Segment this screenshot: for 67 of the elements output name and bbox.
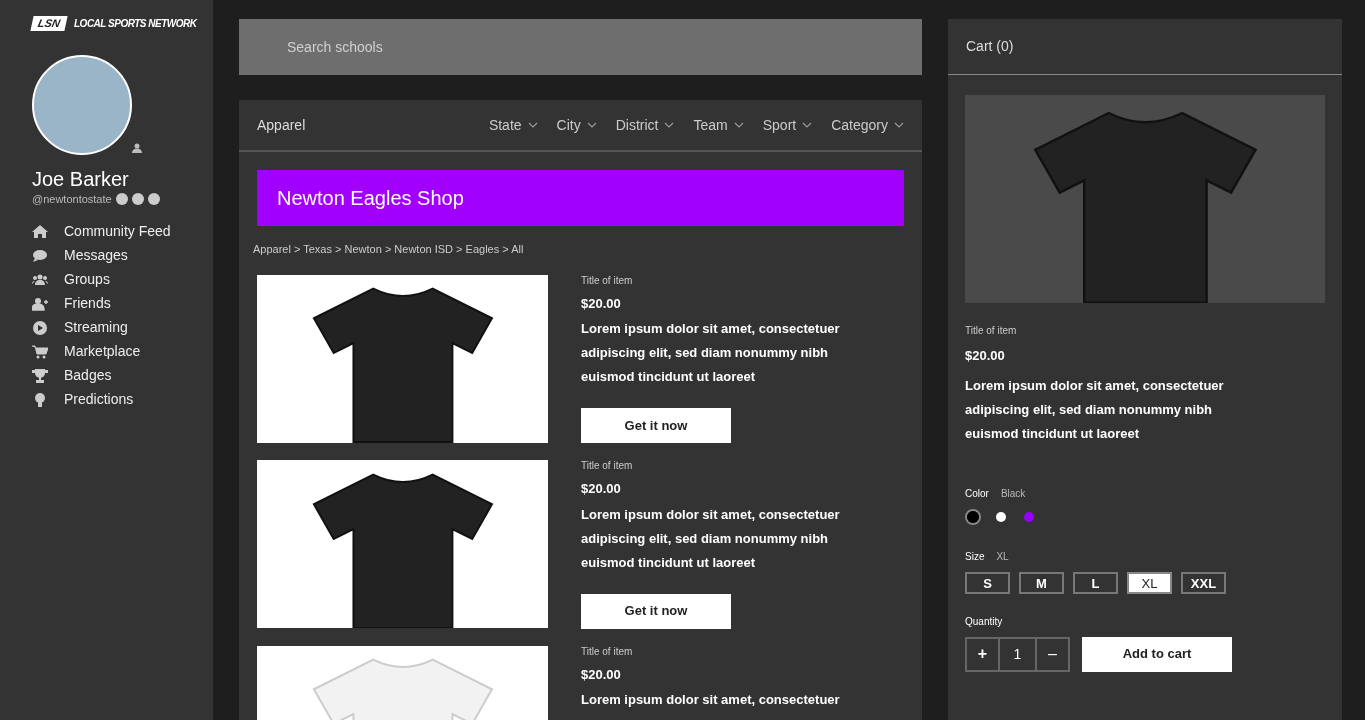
- color-value: Black: [1000, 486, 1026, 501]
- filter-dropdown[interactable]: City: [556, 114, 597, 136]
- size-option[interactable]: XXL: [1181, 571, 1226, 594]
- chevron-down-icon: [894, 122, 904, 128]
- size-option[interactable]: XL: [1127, 571, 1172, 594]
- nav-item[interactable]: Streaming: [32, 315, 213, 340]
- item-title: Title of item: [581, 459, 634, 473]
- home-icon: [32, 224, 48, 239]
- nav-item[interactable]: Messages: [32, 243, 213, 268]
- nav-item[interactable]: Groups: [32, 267, 213, 292]
- get-it-now-button[interactable]: Get it now: [581, 408, 731, 443]
- speech-bubble-icon: [32, 248, 48, 263]
- add-to-cart-button[interactable]: Add to cart: [1082, 636, 1232, 672]
- item-description: Lorem ipsum dolor sit amet, consectetuer: [581, 691, 841, 709]
- trophy-icon: [32, 368, 48, 383]
- lightbulb-icon: [32, 392, 48, 407]
- chevron-down-icon: [586, 122, 597, 128]
- cart-title: Cart (0): [966, 37, 1014, 56]
- nav-item[interactable]: Community Feed: [32, 219, 213, 244]
- chevron-down-icon: [527, 122, 538, 128]
- color-label: Color: [965, 486, 989, 501]
- play-icon: [32, 320, 48, 335]
- chevron-down-icon: [664, 122, 675, 128]
- increase-button[interactable]: +: [965, 636, 1000, 672]
- size-option[interactable]: M: [1019, 571, 1064, 594]
- nav-item[interactable]: Predictions: [32, 387, 213, 412]
- search-field[interactable]: Search schools: [239, 19, 922, 75]
- item-price: $20.00: [581, 480, 622, 498]
- item-description: Lorem ipsum dolor sit amet, consectetuer adipiscing elit, sed diam nonummy nibh euismod tincidunt ut laoreet: [965, 376, 1225, 443]
- item-title: Title of item: [581, 273, 634, 288]
- user-icon: [132, 143, 144, 153]
- nav-item[interactable]: Badges: [32, 363, 213, 388]
- item-title: Title of item: [965, 324, 1018, 338]
- filter-dropdown[interactable]: Category: [831, 114, 904, 136]
- size-option[interactable]: S: [965, 571, 1010, 594]
- decrease-button[interactable]: –: [1035, 636, 1070, 672]
- user-handle: @newtontostate: [32, 192, 112, 207]
- quantity-label: Quantity: [965, 614, 1004, 629]
- item-price: $20.00: [581, 665, 622, 684]
- person-plus-icon: [32, 296, 48, 311]
- size-value: XL: [996, 549, 1009, 564]
- item-title: Title of item: [581, 644, 634, 659]
- chevron-down-icon: [802, 122, 813, 128]
- item-description: Lorem ipsum dolor sit amet, consectetuer adipiscing elit, sed diam nonummy nibh euismod tincidunt ut laoreet: [581, 320, 841, 386]
- filter-dropdown[interactable]: District: [615, 114, 675, 136]
- nav-item[interactable]: Friends: [32, 291, 213, 316]
- filter-dropdown[interactable]: State: [488, 114, 538, 136]
- cart-icon: [32, 344, 48, 359]
- filter-dropdown[interactable]: Sport: [762, 114, 813, 136]
- status-dots-icon: [115, 193, 160, 206]
- chevron-down-icon: [733, 122, 744, 128]
- user-name: Joe Barker: [32, 167, 130, 191]
- item-description: Lorem ipsum dolor sit amet, consectetuer adipiscing elit, sed diam nonummy nibh euismod tincidunt ut laoreet: [581, 505, 841, 572]
- size-option[interactable]: L: [1073, 571, 1118, 594]
- logo-badge: LSN: [30, 16, 68, 31]
- item-price: $20.00: [581, 294, 622, 313]
- item-price: $20.00: [965, 347, 1006, 365]
- filter-dropdown[interactable]: Team: [693, 114, 744, 136]
- quantity-field[interactable]: 1: [1000, 636, 1035, 672]
- size-label: Size: [965, 549, 985, 564]
- get-it-now-button[interactable]: Get it now: [581, 593, 731, 629]
- section-title: Apparel: [257, 115, 306, 135]
- shop-title: Newton Eagles Shop: [277, 186, 464, 211]
- nav-item[interactable]: Marketplace: [32, 339, 213, 364]
- logo-text: LOCAL SPORTS NETWORK: [74, 17, 197, 31]
- people-icon: [32, 272, 48, 287]
- breadcrumb: Apparel > Texas > Newton > Newton ISD > Eagles > All: [252, 242, 525, 257]
